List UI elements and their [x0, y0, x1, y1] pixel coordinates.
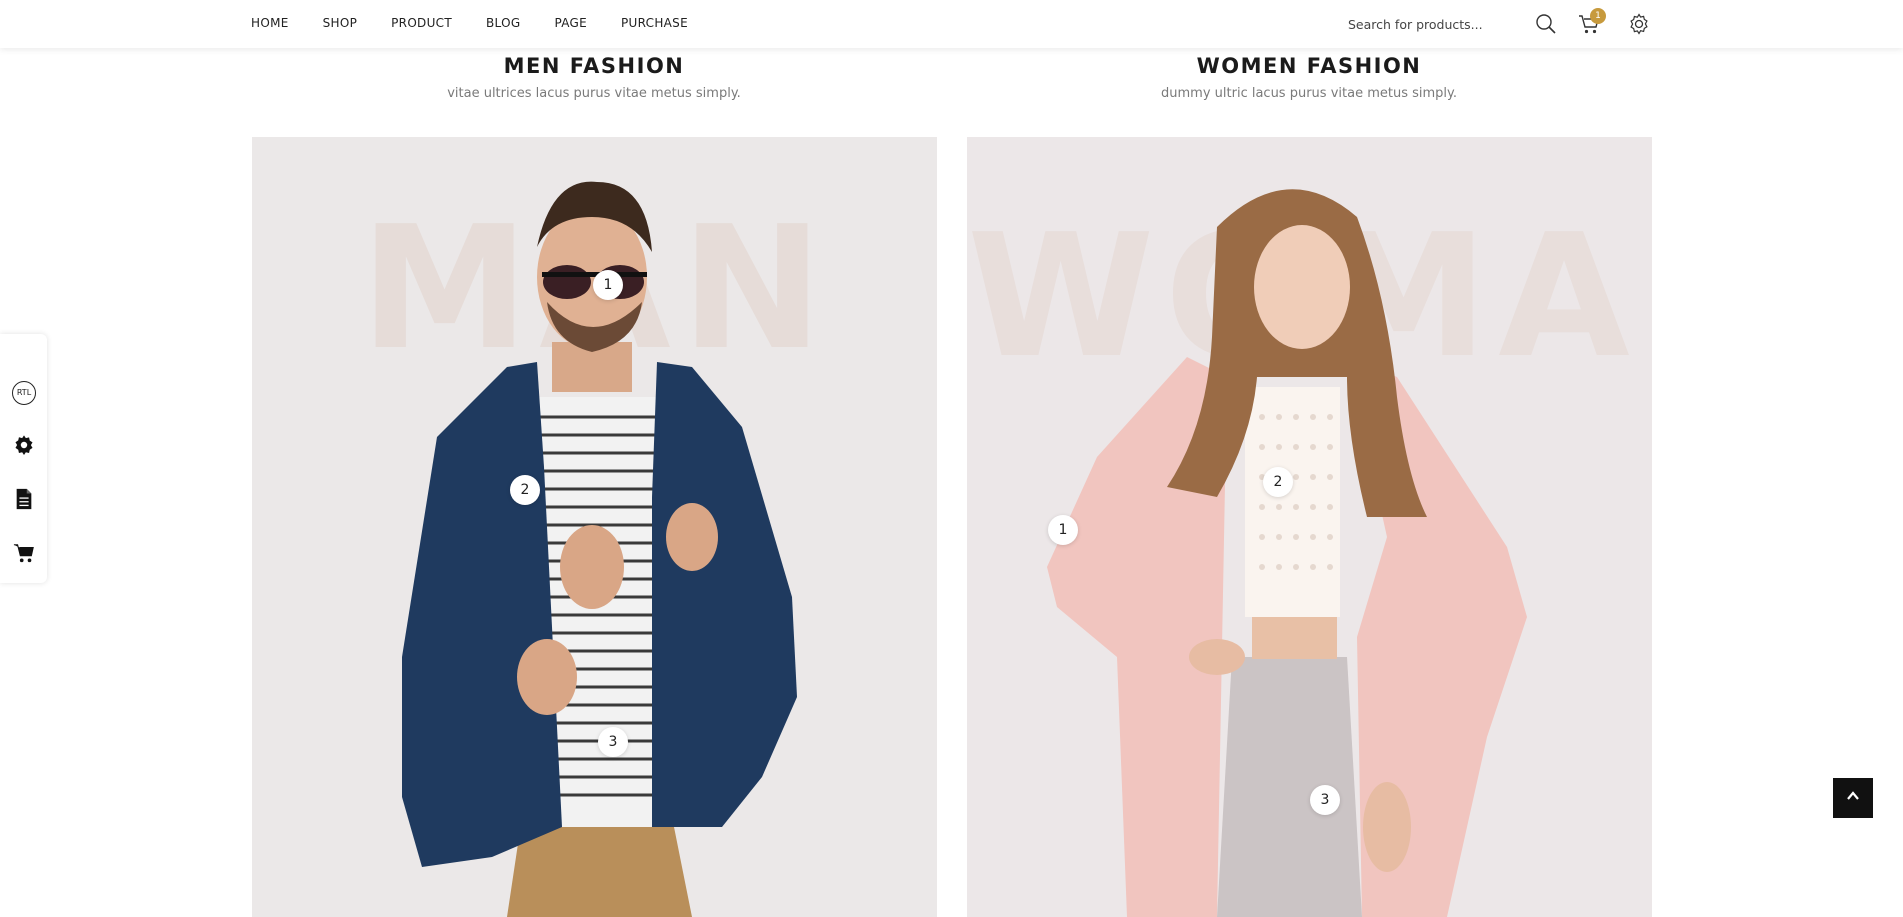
women-banner[interactable]: WOMAN 1 2 3: [967, 137, 1652, 917]
men-model-image: MAN: [252, 137, 937, 917]
document-icon: [14, 488, 34, 514]
nav-page[interactable]: PAGE: [554, 16, 587, 30]
chevron-up-icon: [1845, 788, 1861, 808]
nav-product[interactable]: PRODUCT: [391, 16, 452, 30]
men-hotspot-1[interactable]: 1: [593, 270, 623, 300]
women-section-subtitle: dummy ultric lacus purus vitae metus sim…: [1161, 86, 1457, 101]
nav-shop[interactable]: SHOP: [323, 16, 358, 30]
women-section-title: WOMEN FASHION: [1196, 54, 1422, 78]
side-tools-panel: RTL: [0, 334, 47, 583]
cart-icon: [13, 542, 35, 568]
settings-button[interactable]: [10, 433, 38, 461]
men-hotspot-2[interactable]: 2: [510, 475, 540, 505]
cart-button[interactable]: [10, 541, 38, 569]
women-hotspot-2[interactable]: 2: [1263, 467, 1293, 497]
men-banner[interactable]: MAN: [252, 137, 937, 917]
search-icon[interactable]: [1534, 12, 1558, 36]
rtl-toggle-button[interactable]: RTL: [10, 379, 38, 407]
women-hotspot-1[interactable]: 1: [1048, 515, 1078, 545]
nav-blog[interactable]: BLOG: [486, 16, 520, 30]
rtl-icon: RTL: [12, 381, 36, 405]
nav-home[interactable]: HOME: [251, 16, 289, 30]
settings-gear-icon[interactable]: [1627, 12, 1651, 36]
men-section-subtitle: vitae ultrices lacus purus vitae metus s…: [447, 86, 741, 101]
men-section-title: MEN FASHION: [503, 54, 685, 78]
cart-count-badge: 1: [1590, 8, 1606, 24]
women-hotspot-3[interactable]: 3: [1310, 785, 1340, 815]
document-button[interactable]: [10, 487, 38, 515]
top-header: HOME SHOP PRODUCT BLOG PAGE PURCHASE 1: [0, 0, 1903, 48]
back-to-top-button[interactable]: [1833, 778, 1873, 818]
men-hotspot-3[interactable]: 3: [598, 727, 628, 757]
nav-purchase[interactable]: PURCHASE: [621, 16, 688, 30]
settings-gear-icon: [13, 434, 35, 460]
main-nav: HOME SHOP PRODUCT BLOG PAGE PURCHASE: [251, 0, 722, 46]
search-input[interactable]: [1346, 13, 1530, 35]
